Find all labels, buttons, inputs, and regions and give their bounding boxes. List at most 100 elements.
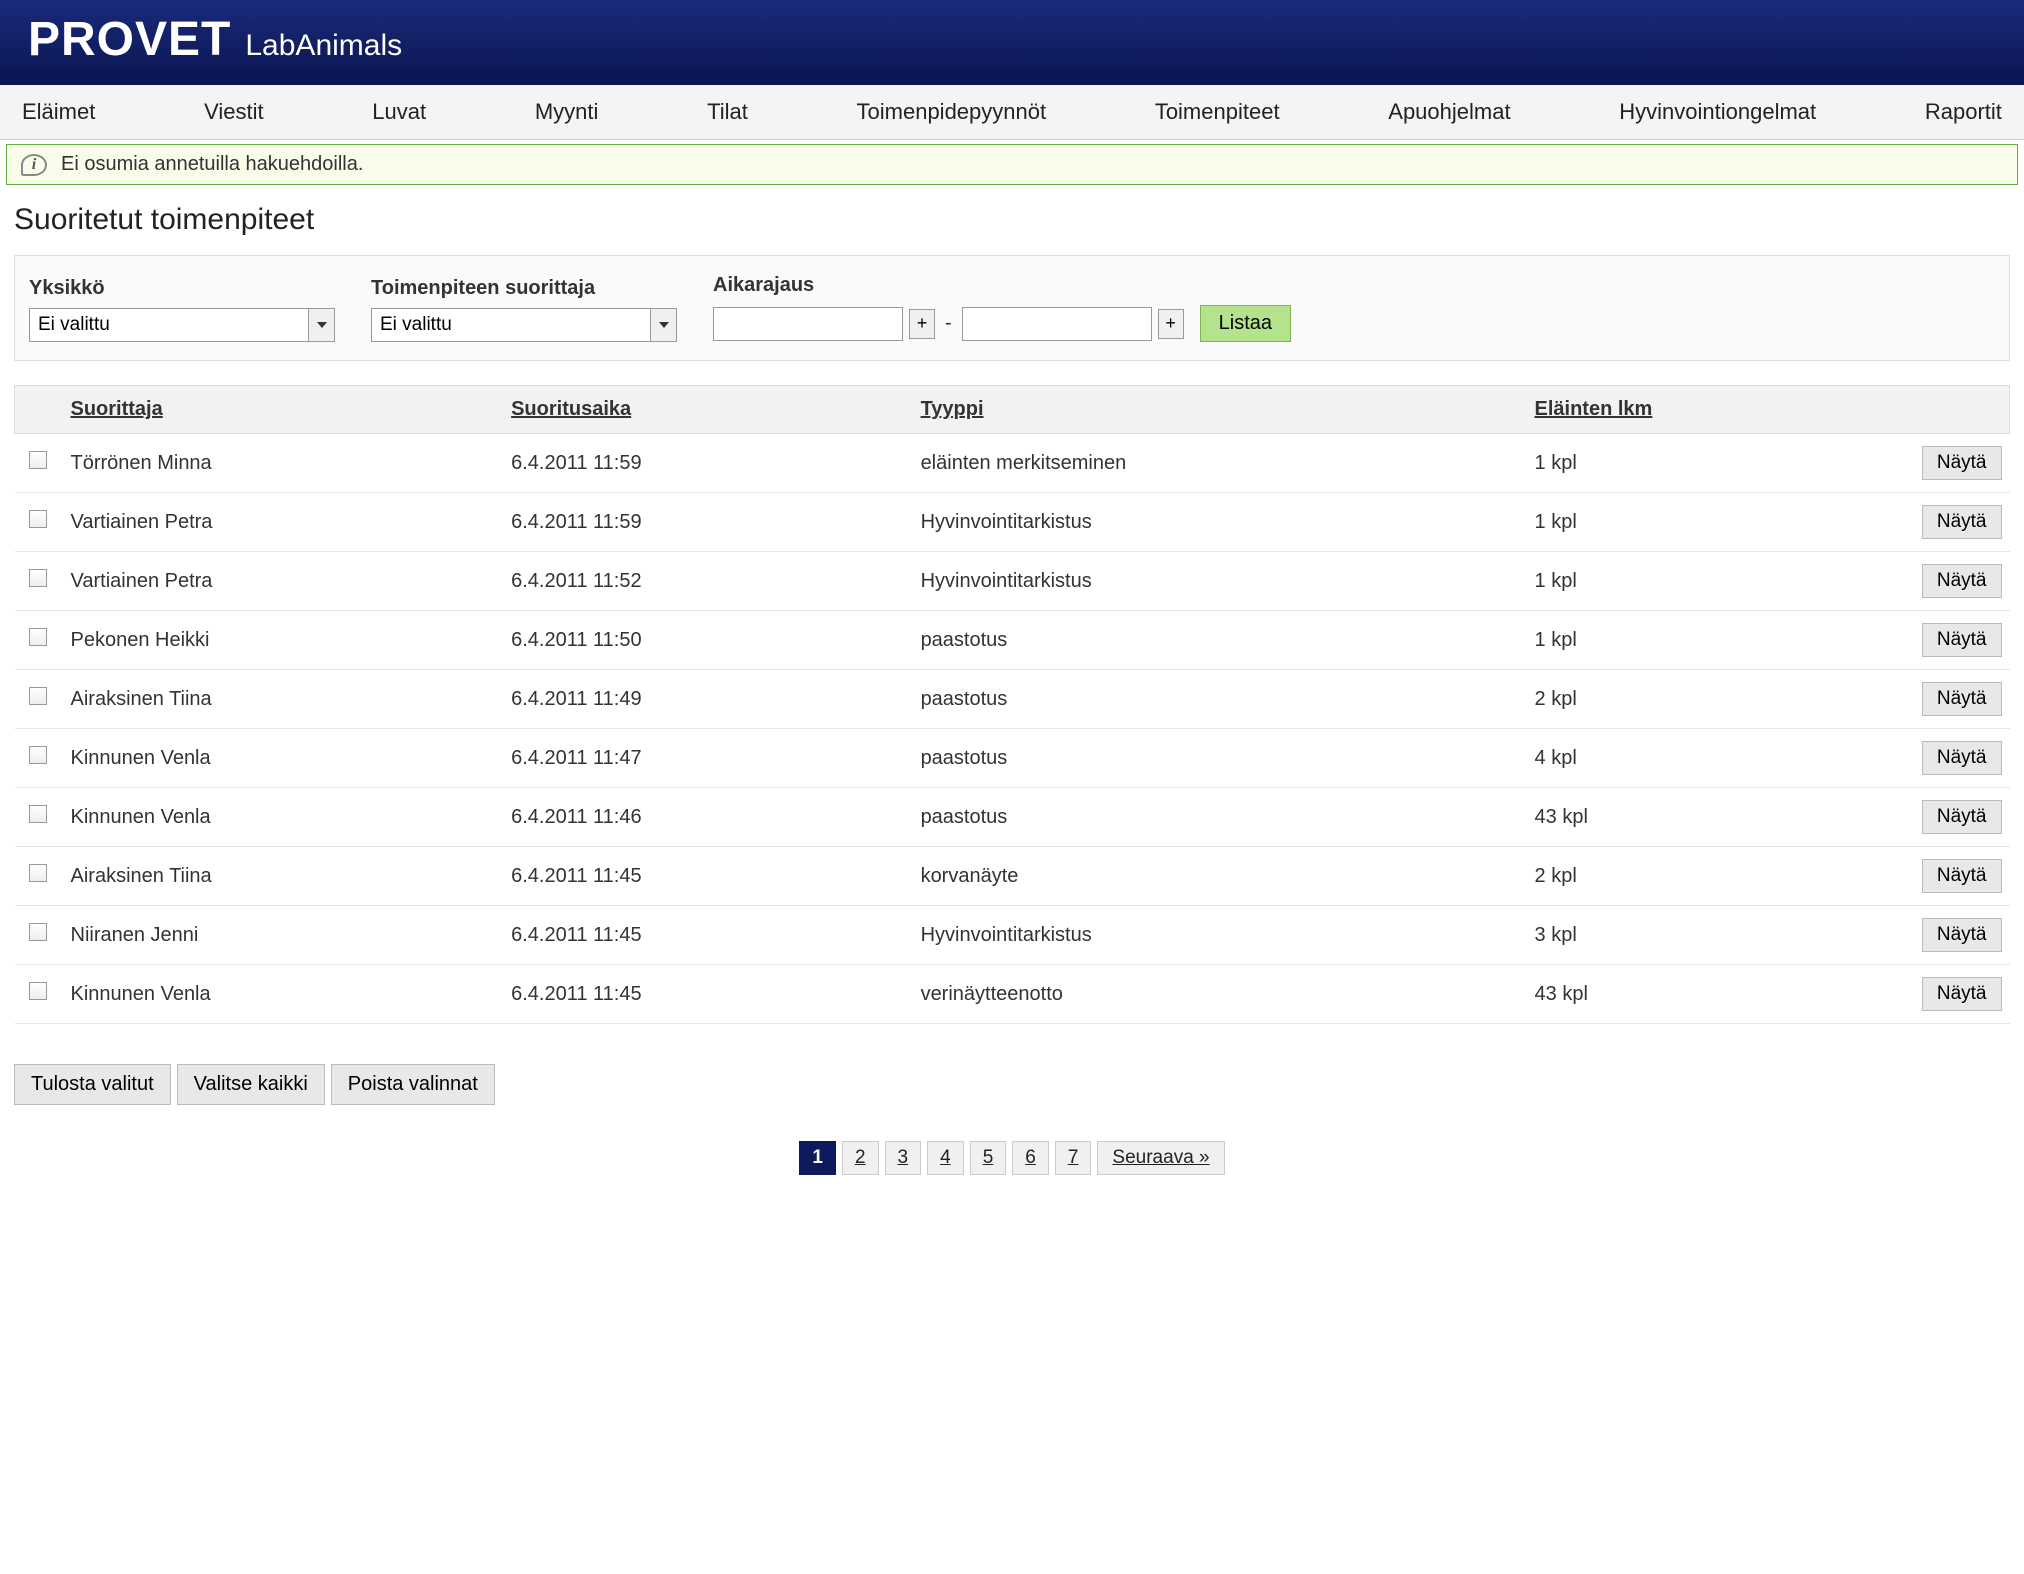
- column-header-performer[interactable]: Suorittaja: [61, 386, 502, 434]
- table-row: Vartiainen Petra6.4.2011 11:59Hyvinvoint…: [15, 493, 2010, 552]
- page-link[interactable]: 3: [885, 1141, 922, 1175]
- row-checkbox[interactable]: [29, 510, 47, 528]
- table-row: Kinnunen Venla6.4.2011 11:45verinäytteen…: [15, 965, 2010, 1024]
- nav-item[interactable]: Raportit: [1903, 95, 2024, 129]
- nav-item[interactable]: Hyvinvointiongelmat: [1597, 95, 1838, 129]
- page-link[interactable]: 6: [1012, 1141, 1049, 1175]
- row-checkbox[interactable]: [29, 746, 47, 764]
- date-to-picker-button[interactable]: +: [1158, 309, 1184, 339]
- cell-time: 6.4.2011 11:47: [501, 729, 910, 788]
- performer-select-toggle[interactable]: [651, 308, 677, 342]
- nav-item[interactable]: Viestit: [182, 95, 286, 129]
- date-to-input[interactable]: [962, 307, 1152, 341]
- date-from-input[interactable]: [713, 307, 903, 341]
- cell-count: 4 kpl: [1525, 729, 1900, 788]
- main-nav: Eläimet Viestit Luvat Myynti Tilat Toimenpide…: [0, 85, 2024, 140]
- cell-time: 6.4.2011 11:45: [501, 847, 910, 906]
- cell-type: paastotus: [911, 670, 1525, 729]
- show-button[interactable]: Näytä: [1922, 741, 2002, 775]
- performer-select[interactable]: [371, 308, 651, 342]
- cell-time: 6.4.2011 11:50: [501, 611, 910, 670]
- cell-performer: Kinnunen Venla: [61, 729, 502, 788]
- nav-item[interactable]: Toimenpiteet: [1133, 95, 1302, 129]
- column-header-type[interactable]: Tyyppi: [911, 386, 1525, 434]
- cell-type: korvanäyte: [911, 847, 1525, 906]
- cell-performer: Pekonen Heikki: [61, 611, 502, 670]
- clear-selection-button[interactable]: Poista valinnat: [331, 1064, 495, 1105]
- cell-type: paastotus: [911, 729, 1525, 788]
- nav-item[interactable]: Myynti: [513, 95, 621, 129]
- row-checkbox[interactable]: [29, 805, 47, 823]
- cell-performer: Kinnunen Venla: [61, 965, 502, 1024]
- pagination: 1234567Seuraava »: [0, 1125, 2024, 1205]
- page-title: Suoritetut toimenpiteet: [0, 203, 2024, 255]
- select-all-button[interactable]: Valitse kaikki: [177, 1064, 325, 1105]
- column-header-actions: [1900, 386, 2010, 434]
- cell-count: 1 kpl: [1525, 493, 1900, 552]
- show-button[interactable]: Näytä: [1922, 446, 2002, 480]
- unit-select[interactable]: [29, 308, 309, 342]
- chevron-down-icon: [659, 322, 669, 328]
- cell-performer: Törrönen Minna: [61, 434, 502, 493]
- page-link[interactable]: 5: [970, 1141, 1007, 1175]
- show-button[interactable]: Näytä: [1922, 859, 2002, 893]
- chevron-down-icon: [317, 322, 327, 328]
- cell-count: 1 kpl: [1525, 434, 1900, 493]
- date-from-picker-button[interactable]: +: [909, 309, 935, 339]
- row-checkbox[interactable]: [29, 628, 47, 646]
- row-checkbox[interactable]: [29, 923, 47, 941]
- performer-filter-label: Toimenpiteen suorittaja: [371, 277, 677, 300]
- list-button[interactable]: Listaa: [1200, 305, 1291, 342]
- unit-select-toggle[interactable]: [309, 308, 335, 342]
- nav-item[interactable]: Toimenpidepyynnöt: [835, 95, 1069, 129]
- show-button[interactable]: Näytä: [1922, 800, 2002, 834]
- cell-type: Hyvinvointitarkistus: [911, 493, 1525, 552]
- cell-time: 6.4.2011 11:52: [501, 552, 910, 611]
- table-row: Törrönen Minna6.4.2011 11:59eläinten mer…: [15, 434, 2010, 493]
- cell-time: 6.4.2011 11:45: [501, 965, 910, 1024]
- show-button[interactable]: Näytä: [1922, 505, 2002, 539]
- cell-count: 43 kpl: [1525, 965, 1900, 1024]
- column-header-time[interactable]: Suoritusaika: [501, 386, 910, 434]
- page-link[interactable]: 1: [799, 1141, 836, 1175]
- brand-title: PROVET: [28, 12, 231, 67]
- page-link[interactable]: 4: [927, 1141, 964, 1175]
- nav-item[interactable]: Luvat: [350, 95, 448, 129]
- cell-performer: Kinnunen Venla: [61, 788, 502, 847]
- table-row: Kinnunen Venla6.4.2011 11:46paastotus43 …: [15, 788, 2010, 847]
- column-header-count[interactable]: Eläinten lkm: [1525, 386, 1900, 434]
- row-checkbox[interactable]: [29, 451, 47, 469]
- row-checkbox[interactable]: [29, 569, 47, 587]
- page-next[interactable]: Seuraava »: [1097, 1141, 1224, 1175]
- cell-time: 6.4.2011 11:46: [501, 788, 910, 847]
- show-button[interactable]: Näytä: [1922, 623, 2002, 657]
- page-link[interactable]: 2: [842, 1141, 879, 1175]
- nav-item[interactable]: Tilat: [685, 95, 770, 129]
- row-checkbox[interactable]: [29, 864, 47, 882]
- show-button[interactable]: Näytä: [1922, 564, 2002, 598]
- cell-performer: Airaksinen Tiina: [61, 847, 502, 906]
- info-message-bar: i Ei osumia annetuilla hakuehdoilla.: [6, 144, 2018, 185]
- cell-type: paastotus: [911, 611, 1525, 670]
- nav-item[interactable]: Apuohjelmat: [1366, 95, 1532, 129]
- cell-count: 1 kpl: [1525, 611, 1900, 670]
- show-button[interactable]: Näytä: [1922, 682, 2002, 716]
- select-all-header: [15, 386, 61, 434]
- row-checkbox[interactable]: [29, 687, 47, 705]
- row-checkbox[interactable]: [29, 982, 47, 1000]
- results-table: Suorittaja Suoritusaika Tyyppi Eläinten …: [14, 385, 2010, 1024]
- cell-count: 43 kpl: [1525, 788, 1900, 847]
- show-button[interactable]: Näytä: [1922, 918, 2002, 952]
- info-icon: i: [21, 154, 47, 176]
- cell-time: 6.4.2011 11:45: [501, 906, 910, 965]
- app-header: PROVET LabAnimals: [0, 0, 2024, 85]
- show-button[interactable]: Näytä: [1922, 977, 2002, 1011]
- cell-performer: Niiranen Jenni: [61, 906, 502, 965]
- cell-count: 3 kpl: [1525, 906, 1900, 965]
- nav-item[interactable]: Eläimet: [0, 95, 117, 129]
- cell-time: 6.4.2011 11:59: [501, 493, 910, 552]
- page-link[interactable]: 7: [1055, 1141, 1092, 1175]
- print-selected-button[interactable]: Tulosta valitut: [14, 1064, 171, 1105]
- unit-filter-label: Yksikkö: [29, 277, 335, 300]
- daterange-filter-label: Aikarajaus: [713, 274, 1291, 297]
